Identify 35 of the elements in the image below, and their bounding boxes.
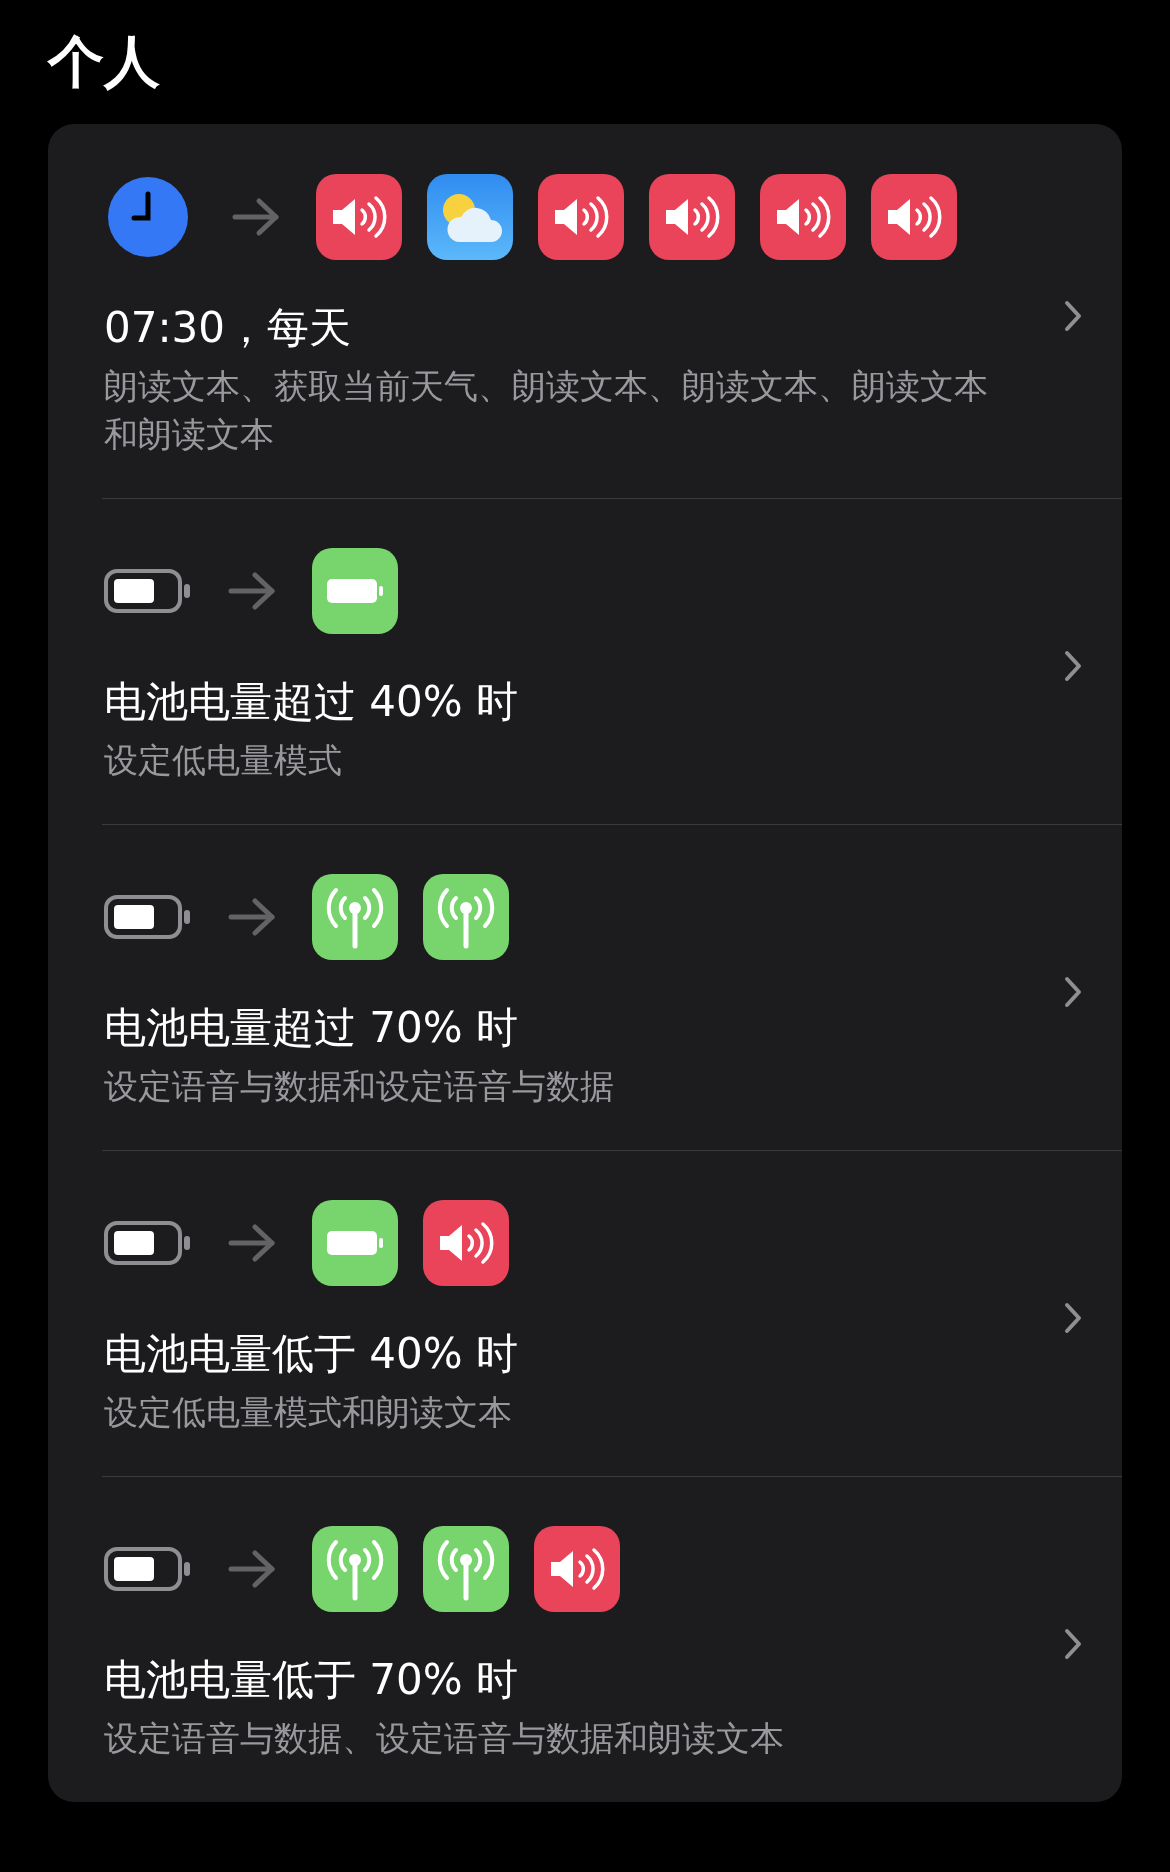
chevron-icon[interactable] xyxy=(1064,300,1082,332)
clock-icon xyxy=(108,177,188,257)
page-title: 个人 xyxy=(48,28,160,96)
automation-description: 设定低电量模式和朗读文本 xyxy=(104,1391,513,1434)
battery-icon xyxy=(312,548,398,634)
antenna-icon xyxy=(423,874,509,960)
battery-icon xyxy=(104,1547,192,1591)
automation-title: 电池电量超过 70% 时 xyxy=(104,1002,519,1054)
antenna-icon xyxy=(423,1526,509,1612)
antenna-icon xyxy=(312,874,398,960)
chevron-icon[interactable] xyxy=(1064,650,1082,682)
battery-icon xyxy=(104,1221,192,1265)
automation-title: 电池电量超过 40% 时 xyxy=(104,676,519,728)
battery-icon xyxy=(312,1200,398,1286)
chevron-icon[interactable] xyxy=(1064,1302,1082,1334)
automation-description: 设定低电量模式 xyxy=(104,739,343,782)
chevron-icon[interactable] xyxy=(1064,1628,1082,1660)
speaker-icon xyxy=(534,1526,620,1612)
battery-icon xyxy=(104,895,192,939)
speaker-icon xyxy=(871,174,957,260)
speaker-icon xyxy=(538,174,624,260)
automation-title: 07:30，每天 xyxy=(104,302,352,354)
antenna-icon xyxy=(312,1526,398,1612)
battery-icon xyxy=(104,569,192,613)
weather-icon xyxy=(427,174,513,260)
speaker-icon xyxy=(423,1200,509,1286)
chevron-icon[interactable] xyxy=(1064,976,1082,1008)
speaker-icon xyxy=(316,174,402,260)
speaker-icon xyxy=(760,174,846,260)
automation-description: 朗读文本、获取当前天气、朗读文本、朗读文本、朗读文本和朗读文本 xyxy=(104,365,989,456)
automation-description: 设定语音与数据和设定语音与数据 xyxy=(104,1065,615,1108)
speaker-icon xyxy=(649,174,735,260)
automation-description: 设定语音与数据、设定语音与数据和朗读文本 xyxy=(104,1717,785,1760)
automation-title: 电池电量低于 70% 时 xyxy=(104,1654,519,1706)
automation-title: 电池电量低于 40% 时 xyxy=(104,1328,519,1380)
